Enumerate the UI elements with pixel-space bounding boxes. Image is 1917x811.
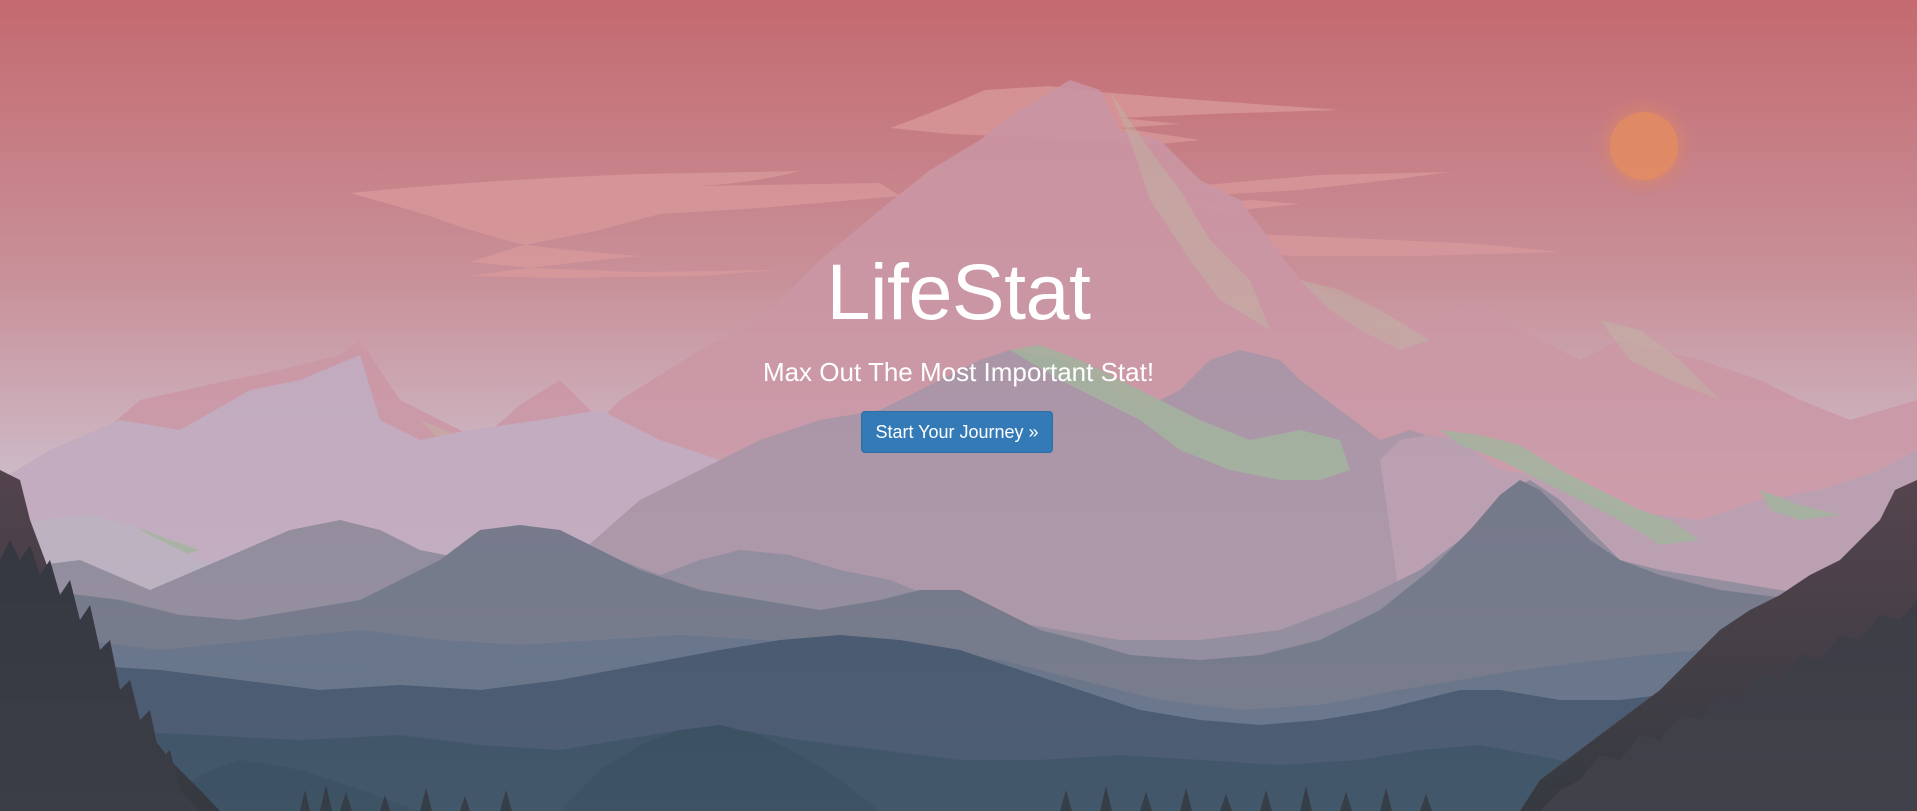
hero-title: LifeStat — [826, 247, 1091, 336]
hero-tagline: Max Out The Most Important Stat! — [762, 357, 1155, 387]
hero-section: LifeStat Max Out The Most Important Stat… — [0, 0, 1917, 811]
start-journey-button[interactable]: Start Your Journey » — [861, 411, 1053, 453]
